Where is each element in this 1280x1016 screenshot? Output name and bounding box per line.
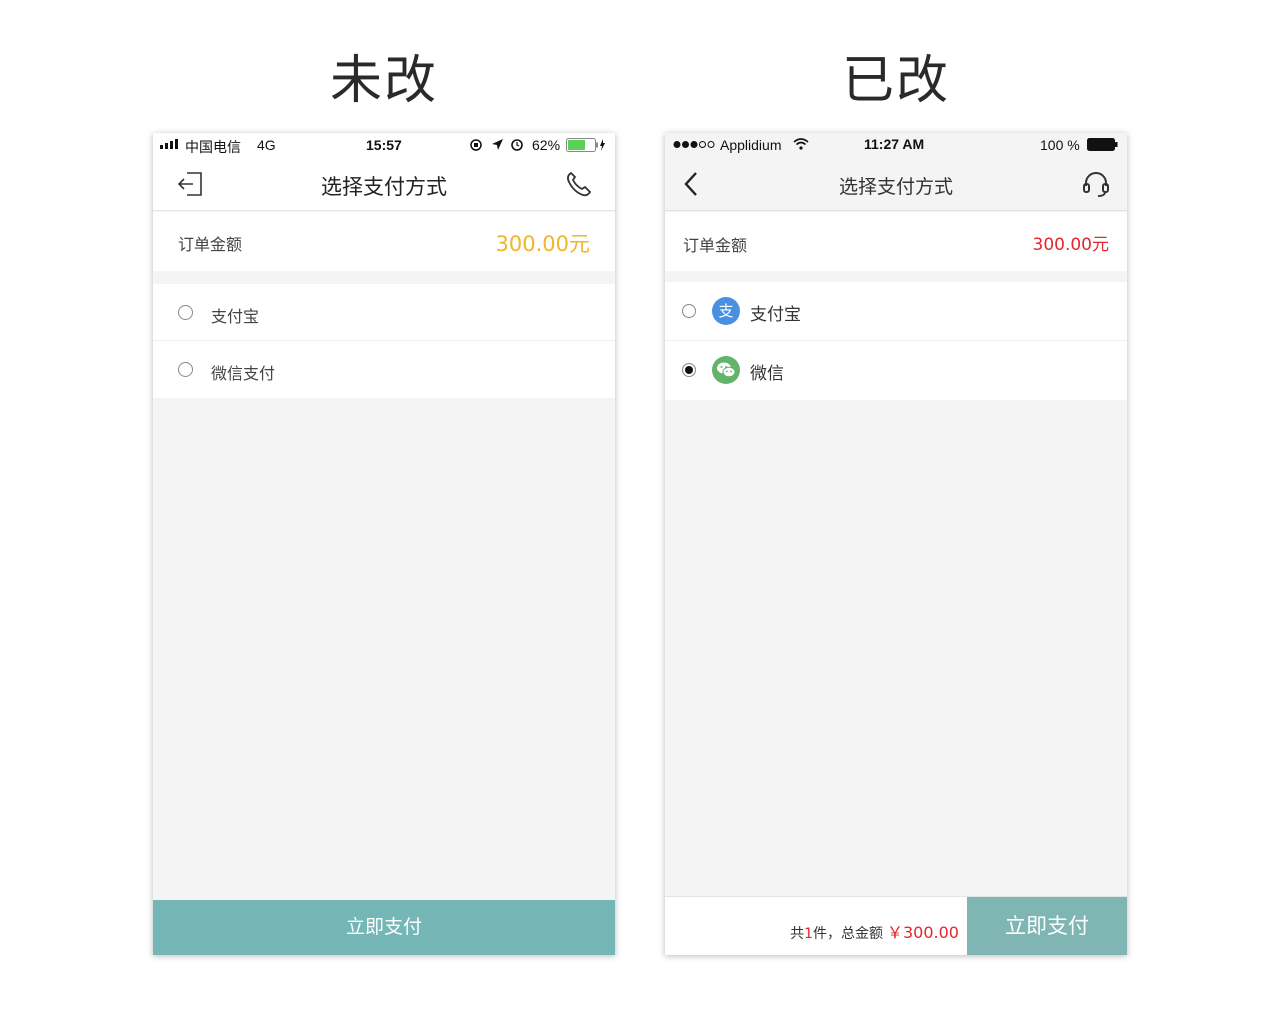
payment-method-list: 支付宝 微信支付 [153, 284, 615, 398]
wechat-icon [712, 356, 740, 384]
battery-icon [1087, 138, 1118, 151]
payment-option-wechat[interactable]: 微信 [665, 341, 1127, 400]
order-amount-row: 订单金额 300.00元 [665, 212, 1127, 271]
page-title: 选择支付方式 [321, 175, 447, 199]
order-amount-value: 300.00元 [1032, 235, 1109, 255]
payment-method-list: 支 支付宝 微信 [665, 282, 1127, 400]
phone-icon[interactable] [563, 169, 593, 199]
battery-percent: 62% [532, 137, 561, 153]
payment-option-label: 微信 [750, 364, 784, 384]
network-type: 4G [257, 137, 276, 153]
carrier-name: Applidium [720, 137, 782, 153]
after-caption: 已改 [841, 51, 950, 111]
order-amount-value: 300.00元 [495, 232, 590, 256]
wifi-icon [793, 138, 809, 150]
signal-icon [160, 139, 178, 149]
radio-button[interactable] [682, 304, 696, 318]
radio-button[interactable] [178, 362, 193, 377]
clock: 11:27 AM [864, 136, 925, 152]
total-amount: ￥300.00 [887, 923, 959, 942]
before-caption: 未改 [329, 51, 438, 111]
payment-option-label: 支付宝 [211, 307, 260, 326]
after-phone-screen: Applidium 11:27 AM 100 % 选择支付方式 订单金额 300… [665, 133, 1127, 955]
pay-now-button[interactable]: 立即支付 [153, 900, 615, 955]
status-bar: Applidium 11:27 AM 100 % [665, 133, 1127, 157]
carrier-name: 中国电信 [185, 139, 241, 155]
payment-option-alipay[interactable]: 支 支付宝 [665, 282, 1127, 341]
battery-icon [566, 138, 605, 152]
page-title: 选择支付方式 [838, 176, 953, 198]
order-amount-row: 订单金额 300.00元 [153, 212, 615, 271]
payment-option-label: 微信支付 [211, 364, 276, 383]
clock: 15:57 [366, 137, 402, 153]
summary-prefix: 共 [790, 926, 805, 942]
nav-bar: 选择支付方式 [153, 157, 615, 211]
order-summary: 共1件，总金额 ￥300.00 [790, 919, 959, 943]
payment-option-alipay[interactable]: 支付宝 [153, 284, 615, 341]
status-bar: 中国电信 4G 15:57 62% [153, 133, 615, 157]
summary-middle: 件，总金额 [813, 926, 883, 942]
item-count: 1 [804, 926, 813, 942]
checkout-bar: 共1件，总金额 ￥300.00 立即支付 [665, 896, 1127, 955]
radio-button[interactable] [178, 305, 193, 320]
payment-option-wechat[interactable]: 微信支付 [153, 341, 615, 398]
pay-now-button[interactable]: 立即支付 [967, 897, 1127, 955]
payment-option-label: 支付宝 [750, 305, 801, 325]
orientation-lock-icon [470, 139, 482, 151]
nav-bar: 选择支付方式 [665, 157, 1127, 211]
before-phone-screen: 中国电信 4G 15:57 62% 选择支付方式 订单金额 300.00元 支付… [153, 133, 615, 955]
location-icon [492, 139, 503, 150]
order-amount-label: 订单金额 [683, 236, 748, 255]
alipay-icon: 支 [712, 297, 740, 325]
alarm-icon [511, 139, 523, 151]
order-amount-label: 订单金额 [178, 235, 243, 254]
battery-percent: 100 % [1040, 137, 1080, 153]
radio-button-selected[interactable] [682, 363, 696, 377]
signal-dots-icon [673, 141, 715, 148]
headset-icon[interactable] [1081, 169, 1111, 199]
